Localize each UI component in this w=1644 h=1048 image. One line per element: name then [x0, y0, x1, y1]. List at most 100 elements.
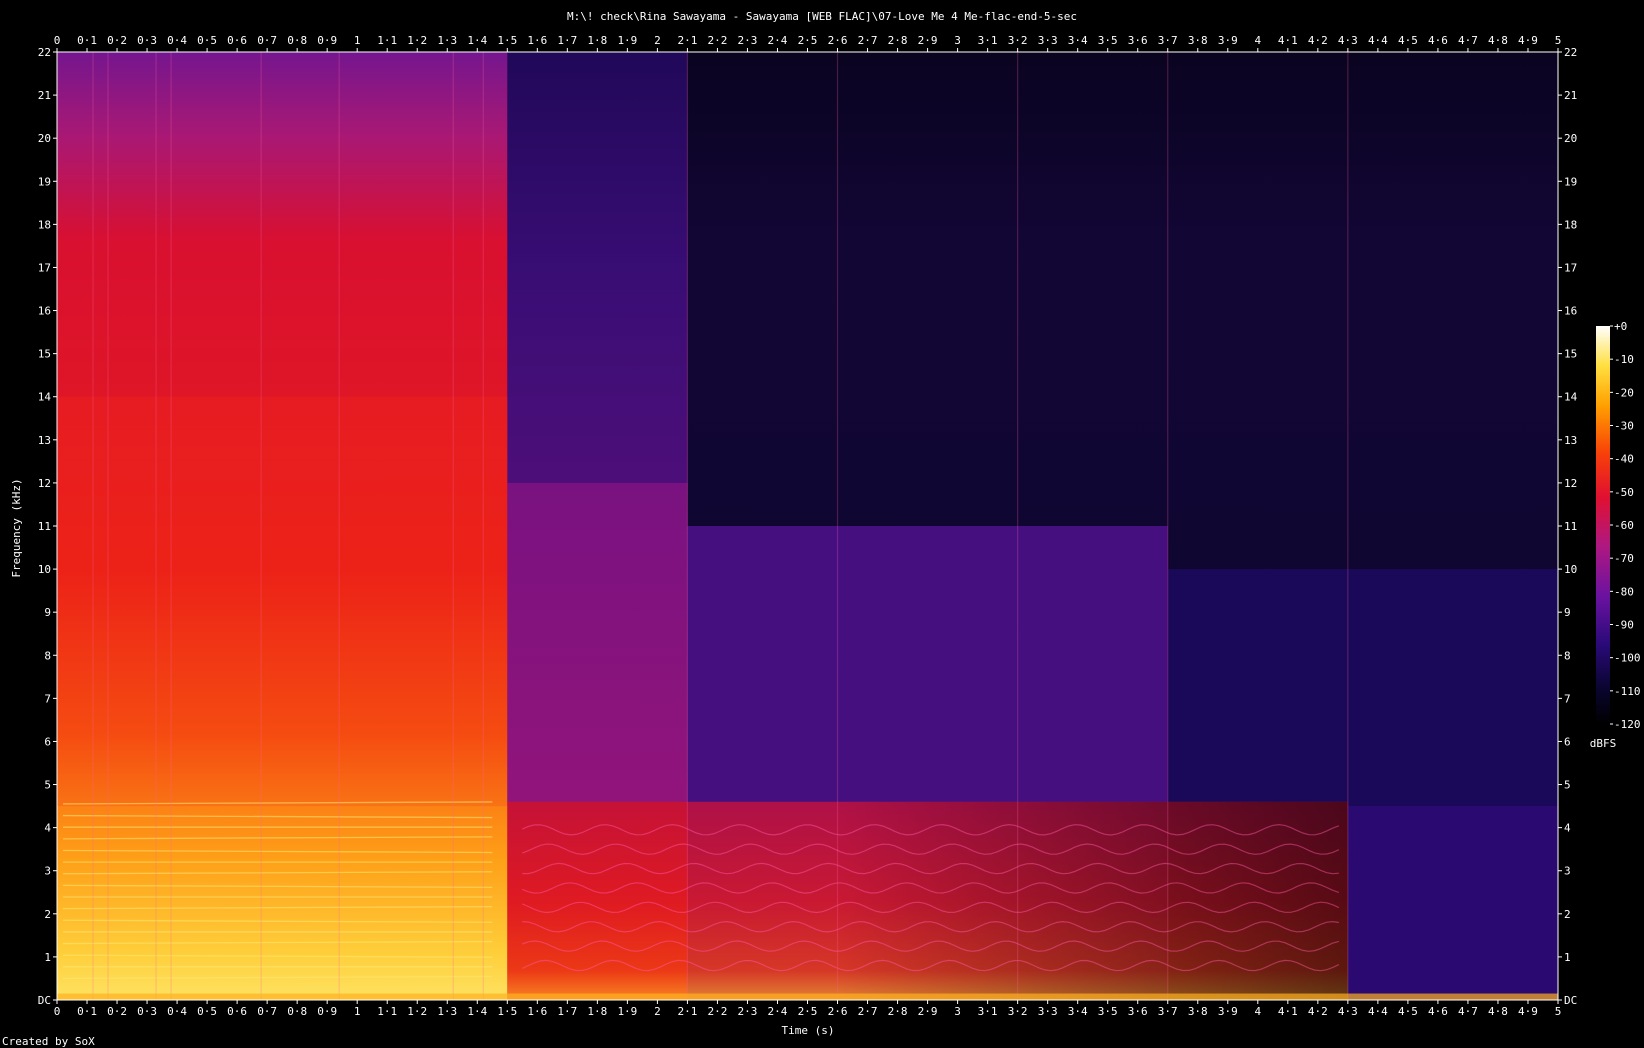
x-tick-label-bottom: 0·5: [197, 1005, 217, 1018]
y-tick-label-left: 9: [44, 606, 51, 619]
x-tick-label-top: 1: [354, 34, 361, 47]
x-tick-label-top: 2·5: [798, 34, 818, 47]
colorbar-tick-label: -110: [1614, 685, 1641, 698]
x-tick-label-bottom: 2·1: [677, 1005, 697, 1018]
colorbar-tick-label: -120: [1614, 718, 1641, 731]
colorbar-tick-label: -60: [1614, 519, 1634, 532]
y-tick-label-right: 2: [1564, 908, 1571, 921]
y-tick-label-left: 21: [38, 89, 51, 102]
x-tick-label-top: 1·9: [617, 34, 637, 47]
y-tick-label-left: 5: [44, 779, 51, 792]
colorbar-gradient: [1596, 326, 1610, 724]
x-tick-label-top: 1·3: [437, 34, 457, 47]
y-tick-label-left: 8: [44, 649, 51, 662]
x-tick-label-bottom: 1·1: [377, 1005, 397, 1018]
y-tick-label-left: 7: [44, 692, 51, 705]
y-tick-label-left: 16: [38, 305, 51, 318]
y-tick-label-right: 3: [1564, 865, 1571, 878]
y-tick-label-right: 18: [1564, 218, 1577, 231]
y-tick-label-left: DC: [38, 994, 51, 1007]
x-tick-label-bottom: 1·4: [467, 1005, 487, 1018]
y-tick-label-right: 16: [1564, 305, 1577, 318]
x-tick-label-bottom: 1·5: [497, 1005, 517, 1018]
x-tick-label-top: 2·6: [828, 34, 848, 47]
y-tick-label-right: 8: [1564, 649, 1571, 662]
x-tick-label-bottom: 3: [954, 1005, 961, 1018]
x-tick-label-bottom: 0·8: [287, 1005, 307, 1018]
x-tick-label-bottom: 2·7: [858, 1005, 878, 1018]
y-tick-label-right: 22: [1564, 46, 1577, 59]
x-tick-label-bottom: 0·3: [137, 1005, 157, 1018]
x-tick-label-bottom: 2·8: [888, 1005, 908, 1018]
x-tick-label-bottom: 2·5: [798, 1005, 818, 1018]
y-tick-label-left: 22: [38, 46, 51, 59]
x-tick-label-top: 1·2: [407, 34, 427, 47]
colorbar-tick-label: -30: [1614, 420, 1634, 433]
x-tick-label-top: 5: [1555, 34, 1562, 47]
x-tick-label-bottom: 3·5: [1098, 1005, 1118, 1018]
colorbar-tick-label: -10: [1614, 353, 1634, 366]
x-tick-label-top: 2: [654, 34, 661, 47]
colorbar-tick-label: -80: [1614, 585, 1634, 598]
y-tick-label-left: 2: [44, 908, 51, 921]
colorbar-tick-label: -20: [1614, 386, 1634, 399]
x-tick-label-top: 0·6: [227, 34, 247, 47]
x-tick-label-top: 0·9: [317, 34, 337, 47]
x-tick-label-top: 3·3: [1038, 34, 1058, 47]
x-tick-label-top: 0·1: [77, 34, 97, 47]
chart-title: M:\! check\Rina Sawayama - Sawayama [WEB…: [567, 10, 1077, 23]
x-tick-label-bottom: 2·3: [738, 1005, 758, 1018]
spectrogram-chart: 0 0 0·1 0·1 0·2 0·2 0·3 0·3 0·4 0·4 0·5 0·5 0·6 0·6 0·…: [2, 10, 1641, 1048]
x-tick-label-bottom: 1·2: [407, 1005, 427, 1018]
x-tick-label-bottom: 1·7: [557, 1005, 577, 1018]
x-tick-label-bottom: 4·5: [1398, 1005, 1418, 1018]
loud-section: [57, 52, 508, 1000]
y-tick-label-right: 20: [1564, 132, 1577, 145]
x-tick-label-top: 0·8: [287, 34, 307, 47]
x-tick-label-bottom: 4·7: [1458, 1005, 1478, 1018]
y-tick-label-right: 14: [1564, 391, 1578, 404]
x-tick-label-top: 1·4: [467, 34, 487, 47]
x-tick-label-bottom: 1·6: [527, 1005, 547, 1018]
x-tick-label-top: 2·2: [708, 34, 728, 47]
x-tick-label-top: 0: [54, 34, 61, 47]
y-tick-label-left: 4: [44, 822, 51, 835]
x-tick-label-top: 4·1: [1278, 34, 1298, 47]
mid-section: [507, 52, 688, 802]
y-tick-label-right: 6: [1564, 735, 1571, 748]
x-tick-label-bottom: 4·6: [1428, 1005, 1448, 1018]
x-tick-label-top: 1·8: [587, 34, 607, 47]
y-tick-label-right: 7: [1564, 692, 1571, 705]
x-tick-label-bottom: 3·2: [1008, 1005, 1028, 1018]
x-tick-label-top: 3·6: [1128, 34, 1148, 47]
colorbar-tick-label: -50: [1614, 486, 1634, 499]
x-tick-label-top: 4·6: [1428, 34, 1448, 47]
dc-band: [57, 993, 1558, 1000]
x-tick-label-bottom: 0·6: [227, 1005, 247, 1018]
x-tick-label-bottom: 2·4: [768, 1005, 788, 1018]
y-tick-label-left: 13: [38, 434, 51, 447]
y-tick-label-right: 17: [1564, 261, 1577, 274]
x-tick-label-top: 0·3: [137, 34, 157, 47]
colorbar-tick-label: -70: [1614, 552, 1634, 565]
x-tick-label-bottom: 2·6: [828, 1005, 848, 1018]
y-tick-label-right: 5: [1564, 779, 1571, 792]
y-tick-label-right: 13: [1564, 434, 1577, 447]
x-tick-label-top: 4·5: [1398, 34, 1418, 47]
y-tick-label-left: 14: [38, 391, 52, 404]
x-tick-label-top: 1·1: [377, 34, 397, 47]
y-tick-label-left: 17: [38, 261, 51, 274]
x-tick-label-bottom: 4·9: [1518, 1005, 1538, 1018]
x-tick-label-bottom: 2·9: [918, 1005, 938, 1018]
x-tick-label-top: 3·4: [1068, 34, 1088, 47]
x-tick-label-bottom: 1·8: [587, 1005, 607, 1018]
y-tick-label-left: 3: [44, 865, 51, 878]
y-tick-label-left: 18: [38, 218, 51, 231]
x-tick-label-bottom: 4·1: [1278, 1005, 1298, 1018]
x-tick-label-bottom: 0·9: [317, 1005, 337, 1018]
colorbar-tick-label: +0: [1614, 320, 1627, 333]
y-tick-label-right: 4: [1564, 822, 1571, 835]
y-tick-label-left: 12: [38, 477, 51, 490]
footer-credit: Created by SoX: [2, 1035, 95, 1048]
x-tick-label-top: 1·6: [527, 34, 547, 47]
